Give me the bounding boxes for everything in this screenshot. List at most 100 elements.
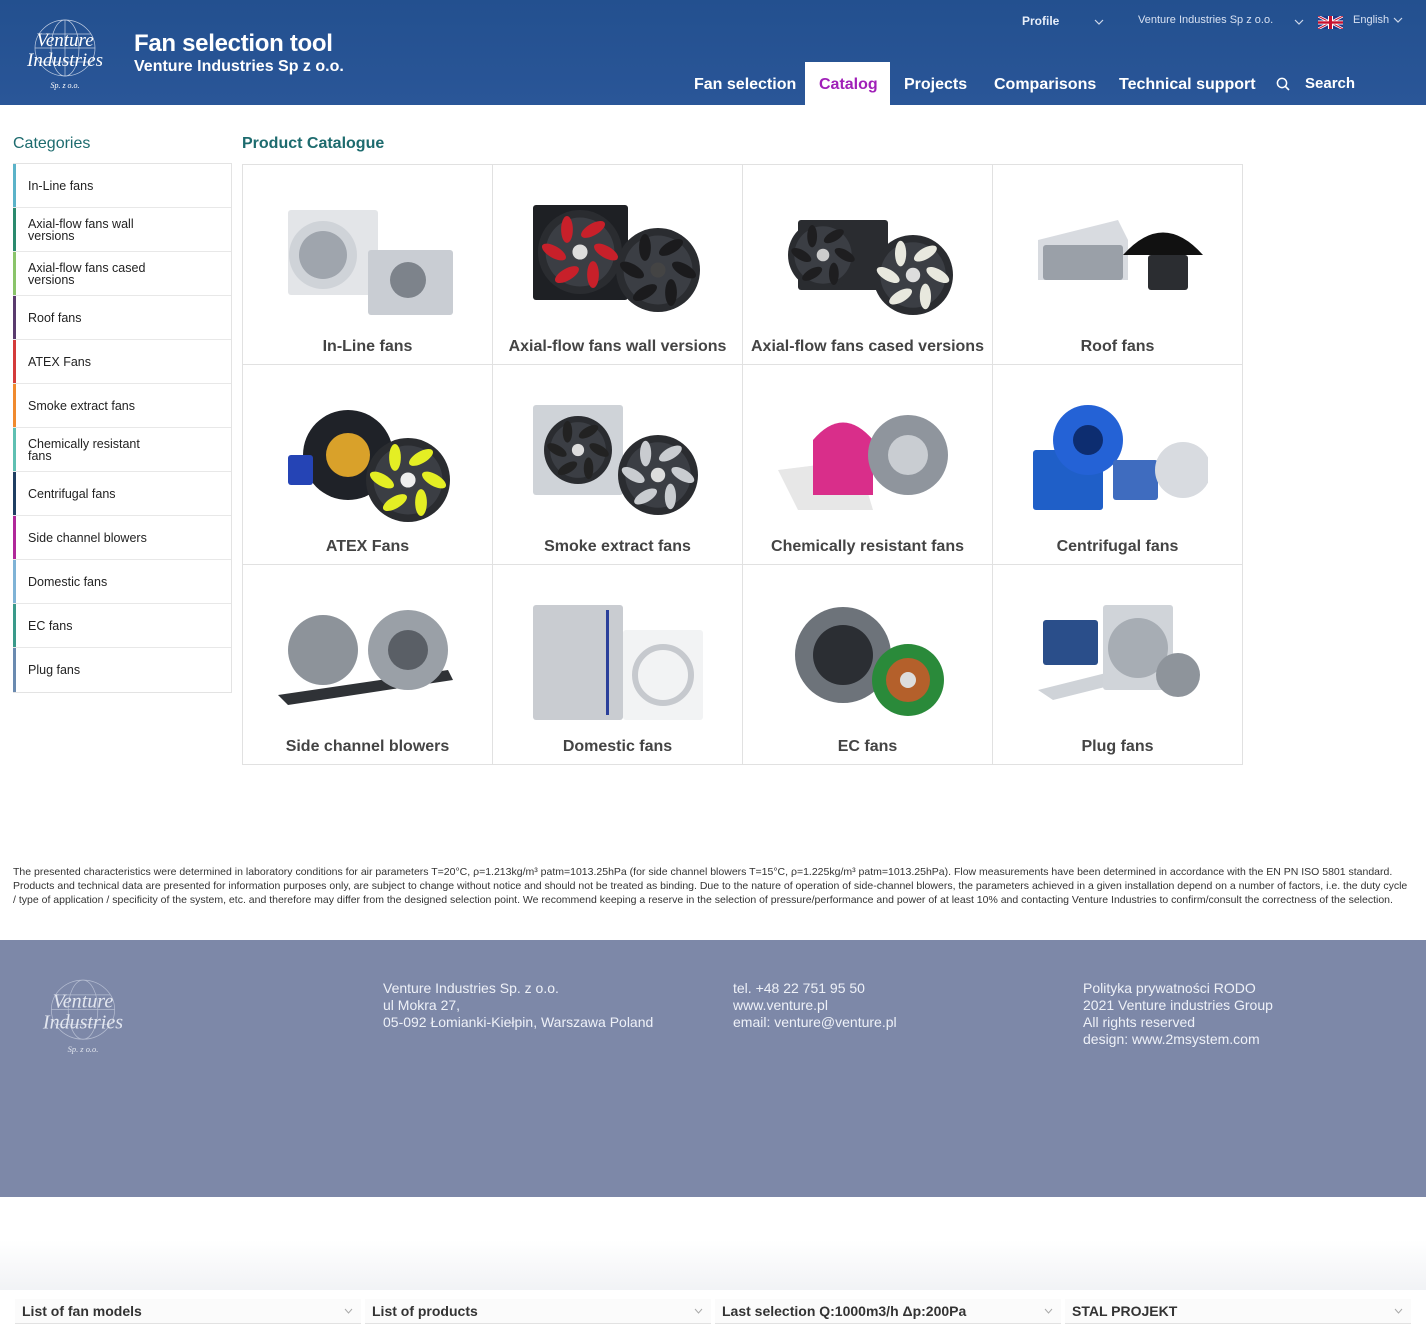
product-card-label: Roof fans — [1080, 338, 1155, 355]
domestic-fan-image — [533, 605, 703, 720]
nav-catalog[interactable]: Catalog — [805, 62, 890, 105]
product-card-label: In-Line fans — [322, 338, 413, 355]
search-label: Search — [1305, 75, 1356, 92]
company-menu[interactable]: Venture Industries Sp z o.o. — [1138, 14, 1273, 32]
project-dropdown[interactable]: STAL PROJEKT — [1065, 1299, 1411, 1324]
svg-text:Industries: Industries — [42, 1012, 123, 1034]
sidebar-item-label: Domestic fans — [28, 574, 108, 589]
sidebar-item[interactable]: Smoke extract fans — [13, 384, 231, 428]
sidebar-item[interactable]: In-Line fans — [13, 164, 231, 208]
dropdown-label: List of fan models — [22, 1303, 142, 1319]
profile-menu[interactable]: Profile — [1022, 14, 1059, 32]
category-color-bar — [13, 252, 16, 295]
product-card-label: Axial-flow fans cased versions — [751, 338, 984, 355]
sidebar-item-label: ATEX Fans — [28, 354, 91, 369]
product-card[interactable]: Chemically resistant fans — [742, 364, 993, 565]
sidebar-item[interactable]: Domestic fans — [13, 560, 231, 604]
product-card-label: Domestic fans — [562, 738, 673, 755]
sidebar-item[interactable]: Chemically resistant fans — [13, 428, 231, 472]
product-card[interactable]: Plug fans — [992, 564, 1243, 765]
product-grid: In-Line fans Axial-flow fans wall version… — [242, 164, 1243, 765]
bottom-panel: List of fan models List of products Last… — [0, 1290, 1426, 1330]
chemical-fan-image — [778, 415, 948, 510]
nav-technical-support[interactable]: Technical support — [1105, 62, 1270, 105]
app-title: Fan selection tool — [134, 30, 333, 57]
category-color-bar — [13, 384, 16, 427]
privacy-link[interactable]: Polityka prywatności RODO — [1083, 980, 1273, 997]
product-card[interactable]: Domestic fans — [492, 564, 743, 765]
footer: Venture Industries Sp. z o.o. Venture In… — [0, 940, 1426, 1197]
axial-wall-fan-image — [533, 205, 700, 312]
dropdown-label: STAL PROJEKT — [1072, 1303, 1178, 1319]
product-card[interactable]: In-Line fans — [242, 164, 493, 365]
last-selection-dropdown[interactable]: Last selection Q:1000m3/h Δp:200Pa — [715, 1299, 1061, 1324]
product-card-label: Axial-flow fans wall versions — [508, 338, 727, 355]
sidebar-item-label: Plug fans — [28, 663, 81, 677]
sidebar-item-label: Roof fans — [28, 310, 82, 325]
chevron-down-icon[interactable] — [1393, 15, 1403, 25]
sidebar-item-label: Chemically resistant fans — [28, 436, 140, 463]
product-card[interactable]: Roof fans — [992, 164, 1243, 365]
product-card[interactable]: EC fans — [742, 564, 993, 765]
disclaimer-text: The presented characteristics were deter… — [13, 866, 1408, 906]
footer-website[interactable]: www.venture.pl — [733, 997, 897, 1014]
copyright-text: 2021 Venture industries Group — [1083, 997, 1273, 1013]
sidebar-item[interactable]: EC fans — [13, 604, 231, 648]
centrifugal-fan-image — [1033, 405, 1208, 510]
product-card-label: Side channel blowers — [285, 738, 450, 755]
nav-fan-selection[interactable]: Fan selection — [680, 62, 810, 105]
category-color-bar — [13, 648, 16, 692]
footer-contact: tel. +48 22 751 95 50 www.venture.pl ema… — [733, 980, 897, 1031]
language-menu[interactable]: English — [1353, 14, 1389, 32]
categories-heading: Categories — [13, 135, 91, 152]
products-dropdown[interactable]: List of products — [365, 1299, 711, 1324]
search-button[interactable]: Search — [1258, 62, 1368, 105]
category-color-bar — [13, 208, 16, 251]
design-credit-link[interactable]: design: www.2msystem.com — [1083, 1031, 1273, 1048]
sidebar-item-label: In-Line fans — [28, 178, 94, 193]
axial-cased-fan-image — [788, 220, 953, 315]
nav-projects[interactable]: Projects — [890, 62, 981, 105]
chevron-down-icon — [1394, 1308, 1403, 1314]
sidebar-item[interactable]: ATEX Fans — [13, 340, 231, 384]
sidebar-item[interactable]: Plug fans — [13, 648, 231, 692]
svg-text:Sp. z o.o.: Sp. z o.o. — [68, 1044, 99, 1054]
chevron-down-icon[interactable] — [1294, 17, 1304, 27]
sidebar-item[interactable]: Side channel blowers — [13, 516, 231, 560]
chevron-down-icon — [344, 1308, 353, 1314]
product-card[interactable]: Axial-flow fans cased versions — [742, 164, 993, 365]
product-card[interactable]: Axial-flow fans wall versions — [492, 164, 743, 365]
roof-fan-image — [1038, 220, 1203, 290]
sidebar-item[interactable]: Roof fans — [13, 296, 231, 340]
app-subtitle: Venture Industries Sp z o.o. — [134, 58, 344, 75]
product-card[interactable]: Centrifugal fans — [992, 364, 1243, 565]
product-card[interactable]: Side channel blowers — [242, 564, 493, 765]
product-card[interactable]: Smoke extract fans — [492, 364, 743, 565]
uk-flag-icon[interactable] — [1318, 16, 1343, 29]
atex-fan-image — [288, 410, 450, 522]
sidebar-item-label: Centrifugal fans — [28, 486, 116, 501]
inline-fan-image — [288, 210, 453, 315]
footer-company: Venture Industries Sp. z o.o. — [383, 980, 559, 996]
nav-comparisons[interactable]: Comparisons — [980, 62, 1110, 105]
footer-email[interactable]: email: venture@venture.pl — [733, 1014, 897, 1031]
sidebar-item[interactable]: Axial-flow fans cased versions — [13, 252, 231, 296]
sidebar-item[interactable]: Centrifugal fans — [13, 472, 231, 516]
page-title: Product Catalogue — [242, 135, 385, 152]
footer-street: ul Mokra 27, — [383, 997, 461, 1013]
rights-text: All rights reserved — [1083, 1014, 1196, 1030]
footer-phone[interactable]: tel. +48 22 751 95 50 — [733, 980, 897, 997]
chevron-down-icon — [1044, 1308, 1053, 1314]
product-card-label: Centrifugal fans — [1056, 538, 1179, 555]
fan-models-dropdown[interactable]: List of fan models — [15, 1299, 361, 1324]
product-card-label: Plug fans — [1081, 738, 1154, 755]
sidebar-item-label: Side channel blowers — [28, 530, 147, 545]
footer-logo: Venture Industries Sp. z o.o. — [42, 979, 123, 1054]
sidebar-item[interactable]: Axial-flow fans wall versions — [13, 208, 231, 252]
venture-logo[interactable]: Venture Industries Sp. z o.o. — [18, 18, 112, 90]
side-channel-blower-image — [278, 610, 453, 705]
smoke-extract-fan-image — [533, 405, 698, 515]
category-color-bar — [13, 296, 16, 339]
product-card[interactable]: ATEX Fans — [242, 364, 493, 565]
chevron-down-icon[interactable] — [1094, 17, 1104, 27]
